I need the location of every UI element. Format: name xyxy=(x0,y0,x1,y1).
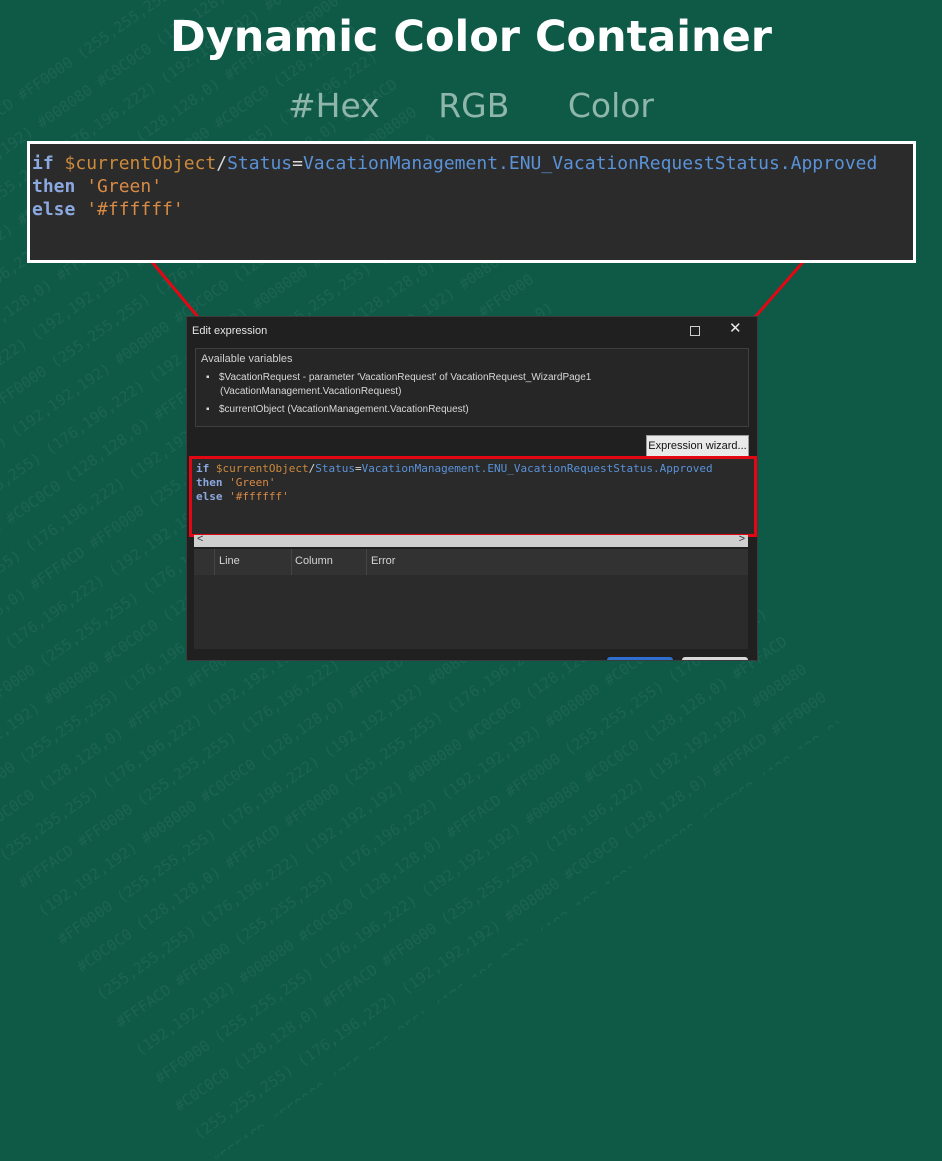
variable-item[interactable]: ▪ $VacationRequest - parameter 'Vacation… xyxy=(206,371,606,399)
column-line[interactable]: Line xyxy=(219,555,240,567)
bullet-icon: ▪ xyxy=(206,404,210,415)
available-variables-panel: Available variables ▪ $VacationRequest -… xyxy=(195,348,749,427)
cancel-button[interactable] xyxy=(682,657,748,660)
zoomed-code: if $currentObject/Status=VacationManagem… xyxy=(32,153,878,220)
bullet-icon: ▪ xyxy=(206,372,210,383)
dialog-title: Edit expression xyxy=(192,325,268,337)
expression-wizard-button[interactable]: Expression wizard... xyxy=(646,435,749,457)
horizontal-scrollbar[interactable]: < > xyxy=(194,533,748,547)
column-column[interactable]: Column xyxy=(295,555,333,567)
edit-expression-dialog: Edit expression ✕ Available variables ▪ … xyxy=(186,316,758,661)
close-icon[interactable]: ✕ xyxy=(729,319,742,337)
scroll-left-icon[interactable]: < xyxy=(197,533,203,545)
expression-editor[interactable]: if $currentObject/Status=VacationManagem… xyxy=(189,456,757,537)
maximize-icon[interactable] xyxy=(690,326,700,336)
scroll-right-icon[interactable]: > xyxy=(739,533,745,545)
expression-code: if $currentObject/Status=VacationManagem… xyxy=(196,462,713,503)
errors-table: Line Column Error xyxy=(194,549,748,649)
column-error[interactable]: Error xyxy=(371,555,395,567)
variables-heading: Available variables xyxy=(201,353,293,365)
zoomed-code-snippet: if $currentObject/Status=VacationManagem… xyxy=(27,141,916,263)
variable-item[interactable]: ▪ $currentObject (VacationManagement.Vac… xyxy=(206,403,606,417)
ok-button[interactable] xyxy=(607,657,673,660)
errors-table-header: Line Column Error xyxy=(194,549,748,575)
